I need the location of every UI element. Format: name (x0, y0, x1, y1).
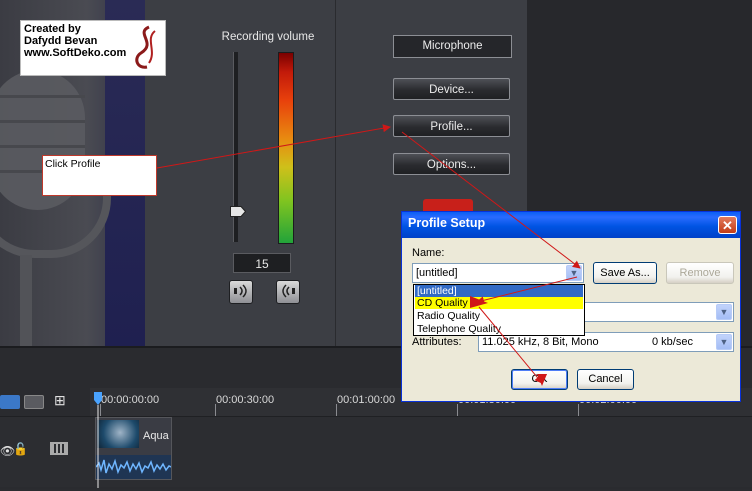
arrow-to-dropdown (401, 131, 581, 269)
arrowhead-ok (537, 374, 547, 386)
arrow-to-cd-quality (476, 276, 578, 305)
arrow-to-ok (478, 306, 543, 384)
arrowhead-cd (470, 296, 488, 308)
arrow-to-profile (156, 124, 391, 169)
annotation-arrows (156, 124, 581, 386)
